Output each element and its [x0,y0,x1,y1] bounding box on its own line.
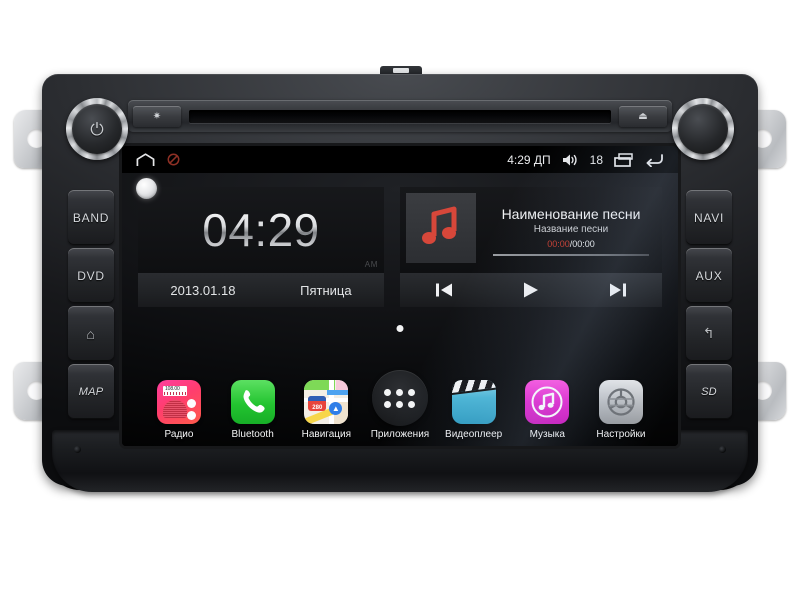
app-drawer[interactable]: Приложения [369,370,431,440]
band-key-label: BAND [72,210,110,225]
disc-slot[interactable] [189,109,611,123]
play-button[interactable] [521,281,541,299]
recents-icon[interactable] [614,152,633,167]
touchscreen-bezel: 4:29 ДП 18 04:29 AM 2013.01.18 Пятница Н… [122,146,678,446]
app-label-music: Музыка [529,429,565,440]
volume-icon[interactable] [562,153,579,167]
eject-icon: ⏏ [638,110,648,122]
track-title: Наименование песни [501,206,641,222]
music-note-icon [525,380,570,424]
time-elapsed: 00:00 [547,239,570,249]
app-label-bluetooth: Bluetooth [231,429,274,440]
touchscreen[interactable]: 4:29 ДП 18 04:29 AM 2013.01.18 Пятница Н… [122,146,678,446]
gear-icon [598,380,643,424]
no-signal-icon [167,153,180,166]
widget-row: 04:29 AM 2013.01.18 Пятница Наименование… [138,187,662,307]
home-key-icon: ⌂ [86,325,96,342]
return-arrow-icon: ↰ [702,325,716,341]
app-label-radio: Радио [164,429,194,440]
sensor-dot [136,178,157,199]
band-key[interactable]: BAND [68,190,114,245]
dvd-key[interactable]: DVD [68,248,114,303]
map-key-label: MAP [78,385,104,398]
app-navigation[interactable]: 280 ▲ Навигация [295,380,357,440]
route-shield: 280 [308,396,327,411]
previous-track-button[interactable] [434,282,454,298]
album-art [406,193,476,263]
shroud-screw-left [74,446,81,453]
clock-time: 04:29 [202,204,320,256]
right-hardware-keys: NAVI AUX ↰ SD [686,190,732,419]
music-info-area: Наименование песни Название песни 00:00/… [400,187,662,273]
status-bar-right: 4:29 ДП 18 [507,153,664,167]
track-info: Наименование песни Название песни 00:00/… [486,193,656,267]
shroud-screw-right [719,446,726,453]
app-settings[interactable]: Настройки [590,380,652,440]
clock-date-bar: 2013.01.18 Пятница [138,273,384,307]
aux-key[interactable]: AUX [686,248,732,303]
map-key[interactable]: MAP [68,364,114,419]
progress-bar[interactable] [492,254,650,256]
head-unit-screenshot: ✷ ⏏ ⏻ BAND DVD ⌂ MAP NAVI AUX ↰ SD 4:29 … [0,0,800,600]
clock-face: 04:29 AM [138,187,384,273]
navi-key[interactable]: NAVI [686,190,732,245]
power-icon: ⏻ [90,119,104,139]
music-note-icon [422,206,457,244]
home-screen[interactable]: 04:29 AM 2013.01.18 Пятница Наименование… [122,173,678,446]
maps-icon: 280 ▲ [304,380,349,424]
power-volume-knob[interactable]: ⏻ [66,98,128,160]
volume-level: 18 [589,152,603,167]
return-key[interactable]: ↰ [686,306,732,361]
brightness-icon: ✷ [152,110,162,122]
left-hardware-keys: BAND DVD ⌂ MAP [68,190,114,419]
app-bluetooth[interactable]: Bluetooth [222,380,284,440]
brightness-button[interactable]: ✷ [133,105,181,127]
aux-key-label: AUX [695,268,723,283]
app-label-settings: Настройки [596,429,646,440]
app-drawer-icon [371,370,428,426]
clock-widget[interactable]: 04:29 AM 2013.01.18 Пятница [138,187,384,307]
android-status-bar: 4:29 ДП 18 [122,146,678,173]
dvd-key-label: DVD [77,268,105,283]
navi-key-label: NAVI [694,210,724,225]
sd-key[interactable]: SD [686,364,732,419]
app-video[interactable]: Видеоплеер [443,380,505,440]
app-label-video: Видеоплеер [445,429,503,440]
app-dock: 108.00 Радио Bluetooth 280 ▲ Навигация П… [134,370,666,440]
radio-icon: 108.00 [157,380,201,424]
clapperboard-icon [451,380,496,424]
app-label-navigation: Навигация [301,429,352,440]
back-icon[interactable] [644,153,664,167]
eject-button[interactable]: ⏏ [619,105,667,127]
home-icon[interactable] [136,152,155,167]
tuning-knob[interactable] [672,98,734,160]
music-player-widget[interactable]: Наименование песни Название песни 00:00/… [400,187,662,307]
clock-weekday: Пятница [300,282,352,298]
status-clock: 4:29 ДП [507,152,551,167]
clock-date: 2013.01.18 [170,282,236,298]
time-total: 00:00 [572,239,595,249]
home-key[interactable]: ⌂ [68,306,114,361]
track-subtitle: Название песни [533,224,609,235]
phone-icon [230,380,275,424]
app-label-drawer: Приложения [370,429,430,440]
clock-ampm: AM [364,260,378,269]
status-bar-left [136,152,180,167]
sd-key-label: SD [701,385,717,398]
track-time-readout: 00:00/00:00 [547,239,595,249]
top-control-strip: ✷ ⏏ [128,100,672,132]
route-shield-number: 280 [312,405,323,411]
app-radio[interactable]: 108.00 Радио [148,380,210,440]
app-music[interactable]: Музыка [516,380,578,440]
next-track-button[interactable] [608,282,628,298]
transport-controls [400,273,662,307]
page-indicator-dot [396,325,404,332]
